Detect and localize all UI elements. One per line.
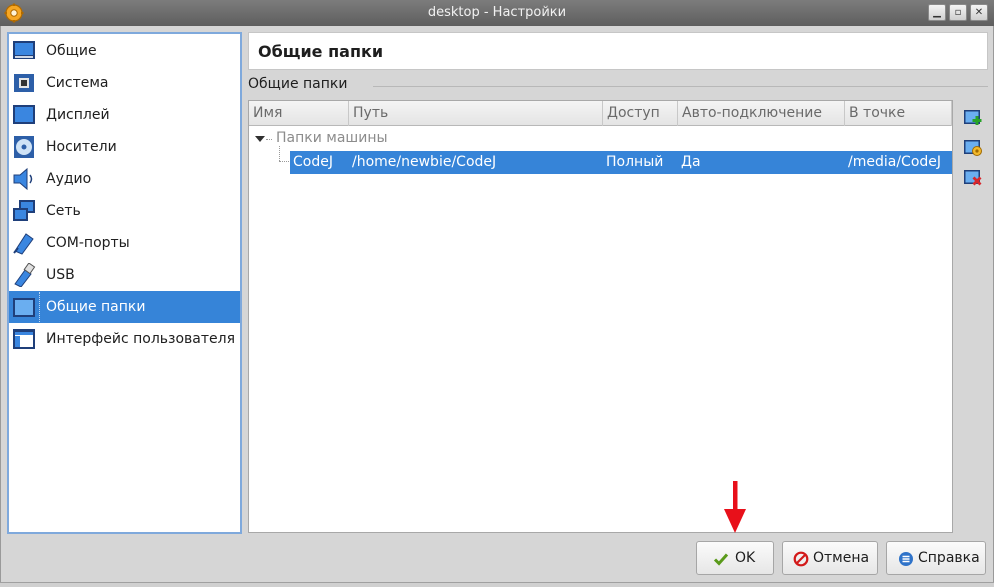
close-icon: ✕: [974, 7, 984, 18]
sidebar-item-label: USB: [46, 267, 75, 283]
sidebar-item-label: Система: [46, 75, 109, 91]
sidebar-item-user-interface[interactable]: Интерфейс пользователя: [9, 323, 240, 355]
tree-connector: [266, 139, 272, 140]
help-button[interactable]: Справка: [886, 541, 986, 575]
group-divider: [373, 86, 988, 87]
minimize-icon: ▁: [933, 7, 941, 18]
remove-shared-folder-icon[interactable]: [962, 166, 984, 188]
help-icon: [899, 552, 913, 566]
column-header-access[interactable]: Доступ: [603, 101, 678, 126]
storage-icon: [14, 136, 34, 158]
table-header: Имя Путь Доступ Авто-подключение В точке: [249, 101, 952, 126]
tree-connector: [279, 161, 289, 162]
sidebar-item-network[interactable]: Сеть: [9, 195, 240, 227]
general-icon: [13, 41, 35, 59]
expand-arrow-icon[interactable]: [255, 136, 265, 142]
maximize-icon: ▫: [954, 7, 962, 18]
cell-path: /home/newbie/CodeJ: [352, 154, 497, 170]
sidebar-item-label: Общие папки: [46, 299, 146, 315]
sidebar-item-label: Сеть: [46, 203, 81, 219]
ok-button-label: OK: [735, 550, 756, 566]
group-label-machine-folders: Папки машины: [276, 130, 388, 146]
usb-icon: [14, 263, 36, 287]
sidebar-item-com-ports[interactable]: COM-порты: [9, 227, 240, 259]
window-bottom-edge: [0, 582, 994, 587]
shared-folders-group-label: Общие папки: [248, 76, 348, 92]
title-bar: desktop - Настройки ▁ ▫ ✕: [0, 0, 994, 26]
cancel-button[interactable]: Отмена: [782, 541, 878, 575]
sidebar-item-system[interactable]: Система: [9, 67, 240, 99]
sidebar-item-label: COM-порты: [46, 235, 130, 251]
column-header-mount-point[interactable]: В точке: [845, 101, 952, 126]
cell-mount-point: /media/CodeJ: [848, 154, 942, 170]
network-icon: [13, 200, 35, 221]
audio-icon: [13, 167, 33, 191]
edit-shared-folder-icon[interactable]: [962, 136, 984, 158]
column-header-path[interactable]: Путь: [349, 101, 603, 126]
display-icon: [13, 105, 35, 124]
sidebar-item-usb[interactable]: USB: [9, 259, 240, 291]
tree-group-row[interactable]: Папки машины: [249, 127, 952, 151]
table-row[interactable]: CodeJ /home/newbie/CodeJ Полный Да /medi…: [290, 151, 952, 174]
add-shared-folder-icon[interactable]: [962, 106, 984, 128]
serial-port-icon: [13, 233, 34, 255]
tree-connector: [279, 146, 280, 161]
window-title: desktop - Настройки: [427, 5, 567, 20]
sidebar-item-general[interactable]: Общие: [9, 35, 240, 67]
sidebar-item-label: Аудио: [46, 171, 92, 187]
sidebar-item-label: Дисплей: [46, 107, 110, 123]
user-interface-icon: [13, 329, 35, 349]
checkmark-icon: [713, 553, 729, 566]
column-header-name[interactable]: Имя: [249, 101, 349, 126]
sidebar-item-display[interactable]: Дисплей: [9, 99, 240, 131]
focus-indicator: [39, 292, 40, 322]
cell-auto-mount: Да: [681, 154, 701, 170]
sidebar-item-storage[interactable]: Носители: [9, 131, 240, 163]
maximize-button[interactable]: ▫: [949, 4, 967, 21]
cancel-button-label: Отмена: [813, 550, 870, 566]
cell-name: CodeJ: [293, 154, 333, 170]
minimize-button[interactable]: ▁: [928, 4, 946, 21]
sidebar-item-label: Общие: [46, 43, 97, 59]
ok-button[interactable]: OK: [696, 541, 774, 575]
page-header: Общие папки: [248, 32, 988, 70]
system-icon: [14, 74, 34, 92]
sidebar-item-audio[interactable]: Аудио: [9, 163, 240, 195]
sidebar-item-label: Интерфейс пользователя: [46, 331, 236, 347]
red-arrow-annotation-icon: [724, 481, 746, 533]
column-header-auto-mount[interactable]: Авто-подключение: [678, 101, 845, 126]
close-button[interactable]: ✕: [970, 4, 988, 21]
help-button-label: Справка: [918, 550, 980, 566]
page-title: Общие папки: [258, 42, 384, 61]
cancel-icon: [793, 551, 809, 567]
shared-folders-table[interactable]: Имя Путь Доступ Авто-подключение В точке…: [248, 100, 953, 533]
shared-folder-icon: [13, 298, 35, 317]
cell-access: Полный: [606, 154, 664, 170]
settings-sidebar: Общие Система Дисплей Носители Аудио Сет…: [7, 32, 242, 534]
sidebar-item-shared-folders[interactable]: Общие папки: [9, 291, 240, 323]
sidebar-item-label: Носители: [46, 139, 117, 155]
